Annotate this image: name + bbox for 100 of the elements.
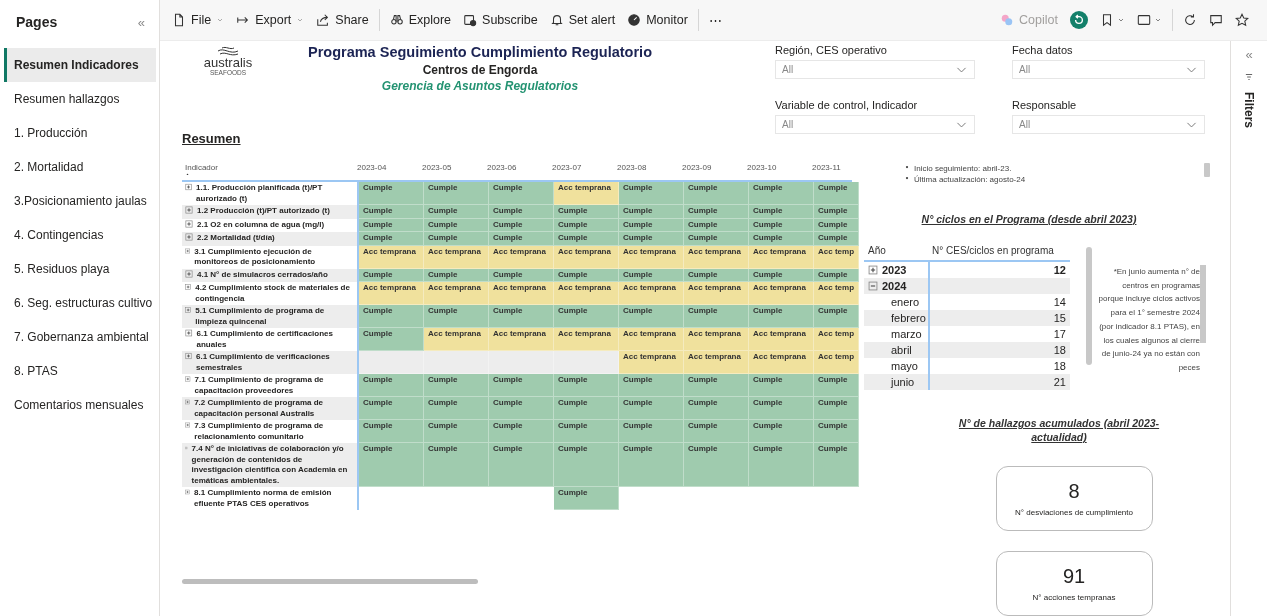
table-cell: Cumple (489, 205, 554, 219)
column-header[interactable]: 2023-07 (552, 163, 582, 172)
column-header[interactable]: 2023-11 (812, 163, 841, 172)
indicator-label: 3.1 Cumplimiento ejecución de monitoreos de posicionamiento (194, 246, 317, 268)
table-cell: Cumple (684, 443, 749, 487)
table-cell: Cumple (359, 374, 424, 397)
column-header[interactable]: 2023-06 (487, 163, 517, 172)
page-item[interactable]: 8. PTAS (4, 354, 156, 388)
table-cell: Cumple (359, 205, 424, 219)
scrollbar[interactable] (1200, 265, 1206, 343)
table-cell: 15 (1053, 312, 1066, 324)
table-cell: Cumple (684, 182, 749, 205)
slicer-dropdown[interactable]: All (775, 115, 975, 134)
filter-icon (1244, 72, 1254, 82)
row-label: 2024 (882, 280, 907, 292)
page-item[interactable]: 2. Mortalidad (4, 150, 156, 184)
page-item[interactable]: 4. Contingencias (4, 218, 156, 252)
table-cell: Cumple (749, 443, 814, 487)
page-item[interactable]: Resumen hallazgos (4, 82, 156, 116)
page-item[interactable]: 7. Gobernanza ambiental (4, 320, 156, 354)
indicator-label: 7.1 Cumplimiento de programa de capacitación proveedores (194, 375, 325, 396)
table-cell: Cumple (814, 305, 859, 328)
column-header[interactable]: Año (868, 245, 932, 256)
page-item[interactable]: Comentarios mensuales (4, 388, 156, 422)
toolbar-button[interactable]: Subscribe (457, 5, 544, 35)
indicator-label: 4.2 Cumplimiento stock de materiales de contingencia (195, 283, 351, 304)
toolbar-button[interactable]: Explore (383, 5, 458, 35)
table-cell: Acc temprana (359, 245, 424, 269)
page-item[interactable]: 1. Producción (4, 116, 156, 150)
table-cell: Cumple (684, 232, 749, 246)
table-cell: Acc temprana (359, 282, 424, 305)
row-label: mayo (891, 360, 918, 372)
indicator-label: 7.4 N° de iniciativas de colaboración y/o generación de contenidos de investigación científica con Academia en temáticas ambientales. (191, 444, 349, 486)
column-header[interactable]: Indicador (185, 163, 357, 172)
page-item[interactable]: 3.Posicionamiento jaulas (4, 184, 156, 218)
page-item[interactable]: 5. Residuos playa (4, 252, 156, 286)
scrollbar[interactable] (182, 579, 478, 584)
slicer-label: Responsable (1012, 99, 1078, 111)
table-cell: Cumple (359, 397, 424, 420)
plus-box-icon (185, 488, 191, 496)
slicer-dropdown[interactable]: All (1012, 60, 1205, 79)
table-cell: Cumple (814, 374, 859, 397)
toolbar-button[interactable]: Monitor (621, 5, 694, 35)
table-cell: Cumple (749, 205, 814, 219)
table-cell: Cumple (684, 420, 749, 443)
toolbar-button[interactable]: Share (310, 5, 375, 35)
kpi-label: N° acciones tempranas (1032, 593, 1116, 602)
table-cell: Cumple (424, 374, 489, 397)
column-header[interactable]: 2023-04 (357, 163, 387, 172)
table-cell: Cumple (554, 443, 619, 487)
scrollbar[interactable] (1086, 247, 1092, 365)
table-cell: Acc temprana (489, 328, 554, 351)
column-header[interactable]: 2023-10 (747, 163, 777, 172)
table-cell: Acc temp (814, 245, 859, 269)
table-cell: Cumple (359, 328, 424, 351)
table-cell: Acc temprana (489, 282, 554, 305)
slicer-label: Variable de control, Indicador (775, 99, 919, 111)
star-icon (1235, 13, 1249, 27)
toolbar-button[interactable]: Set alert (543, 5, 622, 35)
table-cell: Cumple (684, 397, 749, 420)
table-cell: Acc temprana (684, 351, 749, 374)
plus-box-icon (185, 421, 191, 429)
row-label: 2023 (882, 264, 907, 276)
logo-text: australis (203, 57, 253, 69)
table-cell: Cumple (489, 420, 554, 443)
table-cell: Cumple (619, 420, 684, 443)
table-cell: 14 (1053, 296, 1066, 308)
table-cell: 21 (1053, 376, 1066, 388)
column-header[interactable]: N° CES/ciclos en programa (932, 245, 1054, 256)
table-cell: Cumple (749, 420, 814, 443)
table-cell: Cumple (489, 305, 554, 328)
indicator-label: 7.3 Cumplimiento de programa de relacionamiento comunitario (194, 421, 325, 442)
table-cell: Cumple (359, 182, 424, 205)
plus-box-icon (185, 183, 193, 191)
more-button[interactable]: ⋯ (702, 5, 728, 35)
toolbar-button[interactable]: File (166, 5, 231, 35)
caret-icon (1117, 16, 1125, 24)
collapse-button[interactable]: « (137, 14, 145, 30)
column-header[interactable]: 2023-05 (422, 163, 452, 172)
table-cell: Cumple (489, 443, 554, 487)
slicer-dropdown[interactable]: All (775, 60, 975, 79)
column-header[interactable]: 2023-08 (617, 163, 647, 172)
slicer-dropdown[interactable]: All (1012, 115, 1205, 134)
share-icon (316, 13, 331, 27)
page-item[interactable]: 6. Seg. estructuras cultivo (4, 286, 156, 320)
page-item[interactable]: Resumen Indicadores (4, 48, 156, 82)
section-heading: Resumen (182, 131, 242, 146)
table-cell: 12 (1053, 264, 1066, 276)
column-header[interactable]: 2023-09 (682, 163, 712, 172)
toolbar-button[interactable]: Export (230, 5, 311, 35)
collapse-button[interactable]: « (1245, 47, 1253, 62)
table-cell: Acc temprana (749, 351, 814, 374)
table-cell: Acc temprana (554, 328, 619, 351)
table-cell: Cumple (554, 232, 619, 246)
filters-tab[interactable]: Filters (1242, 92, 1256, 128)
table-cell: Acc temprana (424, 245, 489, 269)
kpi-value: 91 (1062, 565, 1086, 588)
plus-box-icon (185, 283, 192, 291)
table-cell: Cumple (814, 397, 859, 420)
scrollbar[interactable] (1204, 163, 1210, 177)
